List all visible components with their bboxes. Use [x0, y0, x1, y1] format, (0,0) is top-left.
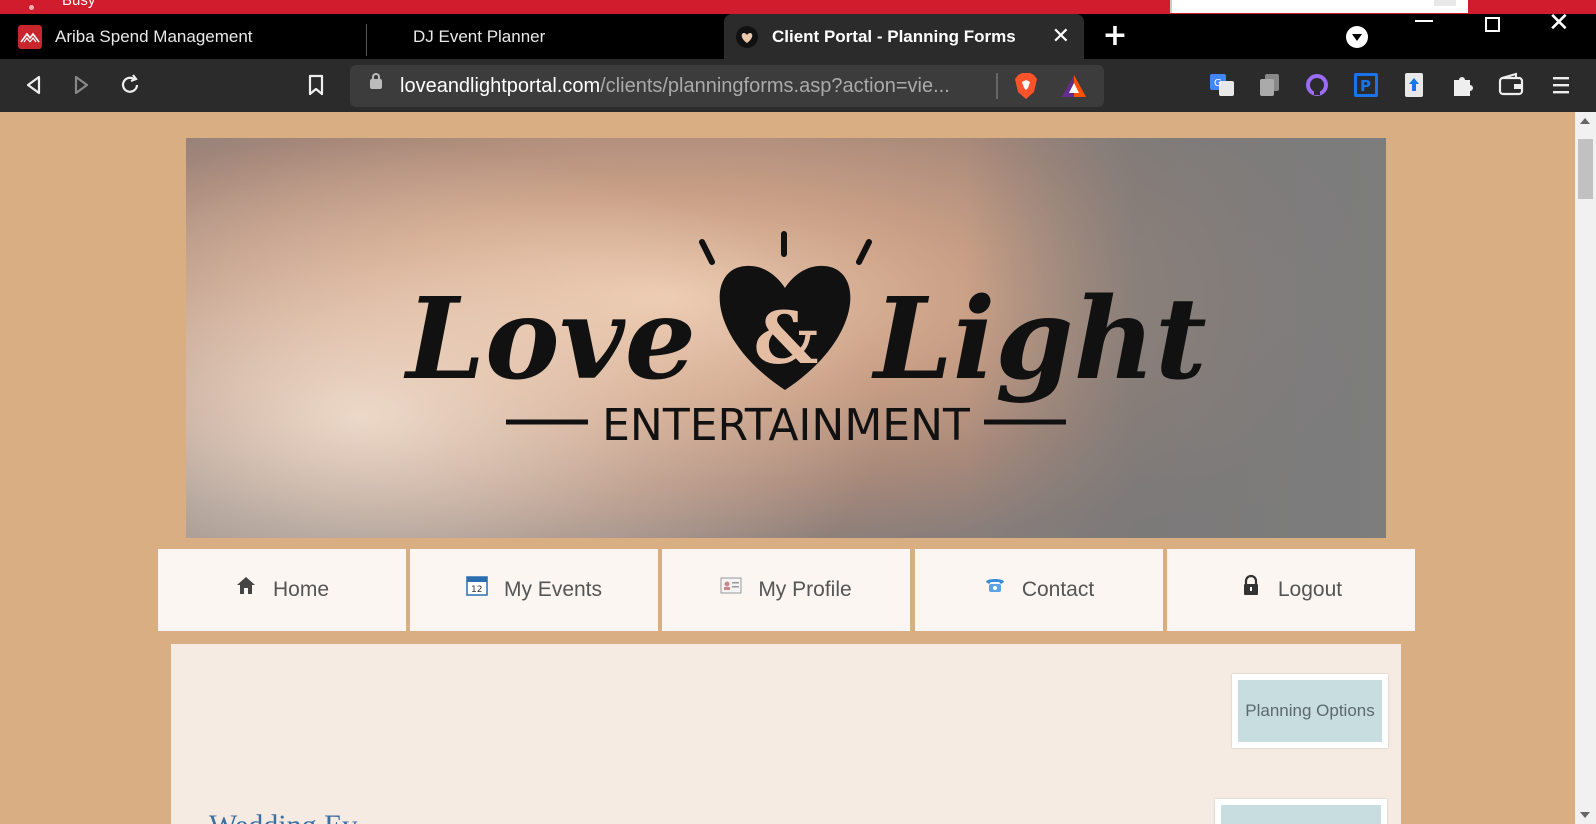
logo-ampersand: & — [753, 295, 818, 380]
url-domain: loveandlightportal.com — [400, 75, 601, 97]
nav-label-logout: Logout — [1277, 578, 1343, 601]
tab-label: DJ Event Planner — [413, 26, 546, 46]
svg-text:G: G — [1214, 78, 1222, 89]
address-bar[interactable]: loveandlightportal.com/clients/planningf… — [350, 65, 1104, 107]
home-icon — [236, 577, 255, 594]
nav-item-home[interactable]: Home — [158, 549, 406, 631]
tab-search-icon[interactable] — [1346, 26, 1368, 48]
telephone-icon — [985, 579, 1004, 592]
nav-label-my-events: My Events — [503, 578, 603, 601]
planning-options-label: Planning Options — [1238, 680, 1382, 742]
wallet-icon[interactable] — [1497, 71, 1525, 99]
p-extension-icon[interactable]: P — [1352, 71, 1380, 99]
section-heading: Wedding Ev — [209, 809, 357, 824]
nav-item-logout[interactable]: Logout — [1167, 549, 1415, 631]
tab-dj-event-planner[interactable]: DJ Event Planner — [367, 14, 723, 59]
bookmark-icon[interactable] — [302, 71, 330, 99]
nav-item-my-events[interactable]: 12 My Events — [410, 549, 658, 631]
minimize-icon[interactable] — [1415, 20, 1433, 22]
translate-extension-icon[interactable]: G — [1208, 71, 1236, 99]
page-viewport: & Love Light ENTERTAINMENT Home 12 My Ev… — [0, 112, 1575, 824]
brave-rewards-icon[interactable] — [1060, 72, 1088, 100]
nav-item-my-profile[interactable]: My Profile — [662, 549, 910, 631]
copy-extension-icon[interactable] — [1256, 71, 1284, 99]
nav-item-contact[interactable]: Contact — [915, 549, 1163, 631]
status-dot-icon — [29, 5, 34, 10]
ariba-icon — [18, 24, 42, 49]
header-banner: & Love Light ENTERTAINMENT — [186, 138, 1386, 538]
maximize-icon[interactable] — [1485, 17, 1500, 32]
lock-icon — [1243, 574, 1258, 595]
id-card-icon — [720, 577, 742, 594]
planning-options-button[interactable]: Planning Options — [1232, 674, 1388, 748]
reload-icon[interactable] — [116, 71, 144, 99]
svg-text:12: 12 — [471, 585, 482, 595]
tab-ariba[interactable]: Ariba Spend Management — [0, 14, 366, 59]
os-search-box[interactable] — [1170, 0, 1468, 13]
tab-bar: Ariba Spend Management DJ Event Planner … — [0, 8, 1596, 59]
tab-label: Client Portal - Planning Forms — [772, 26, 1016, 46]
main-nav: Home 12 My Events My Profile Contact Log… — [158, 549, 1416, 631]
calendar-icon: 12 — [466, 576, 488, 596]
menu-icon[interactable] — [1547, 71, 1575, 99]
page-scrollbar[interactable] — [1575, 112, 1596, 824]
lock-icon[interactable] — [370, 73, 382, 89]
nav-label-my-profile: My Profile — [758, 578, 852, 601]
browser-toolbar: loveandlightportal.com/clients/planningf… — [0, 59, 1596, 112]
url-path: /clients/planningforms.asp?action=vie... — [600, 75, 950, 97]
url-text[interactable]: loveandlightportal.com/clients/planningf… — [400, 75, 950, 98]
extensions-puzzle-icon[interactable] — [1448, 71, 1476, 99]
scroll-down-icon[interactable] — [1580, 812, 1590, 818]
window-close-icon[interactable]: ✕ — [1548, 8, 1570, 38]
close-tab-icon[interactable]: ✕ — [1052, 23, 1070, 49]
tab-label: Ariba Spend Management — [55, 26, 253, 46]
love-light-icon — [736, 25, 758, 48]
logo-word-light: Light — [871, 274, 1207, 405]
svg-text:P: P — [1360, 77, 1371, 95]
logo-subtitle: ENTERTAINMENT — [602, 400, 970, 451]
nav-label-home: Home — [272, 578, 330, 601]
love-light-logo: & Love Light ENTERTAINMENT — [403, 231, 1207, 451]
new-tab-button[interactable]: + — [1100, 19, 1130, 55]
back-icon[interactable] — [20, 71, 48, 99]
circle-extension-icon[interactable] — [1303, 71, 1331, 99]
nav-label-contact: Contact — [1021, 578, 1095, 601]
scroll-up-icon[interactable] — [1580, 118, 1590, 124]
os-status-text: Busy — [62, 0, 96, 9]
tab-client-portal[interactable]: Client Portal - Planning Forms ✕ — [724, 14, 1084, 59]
main-content: Planning Options Wedding Ev — [171, 644, 1401, 824]
scroll-thumb[interactable] — [1578, 139, 1593, 199]
logo-word-love: Love — [403, 274, 696, 405]
brave-shields-icon[interactable] — [1014, 72, 1038, 100]
secondary-option-button[interactable] — [1215, 799, 1387, 824]
os-status-strip: Busy — [0, 0, 1596, 14]
upload-extension-icon[interactable] — [1400, 71, 1428, 99]
address-divider — [996, 73, 998, 99]
forward-icon[interactable] — [67, 71, 95, 99]
